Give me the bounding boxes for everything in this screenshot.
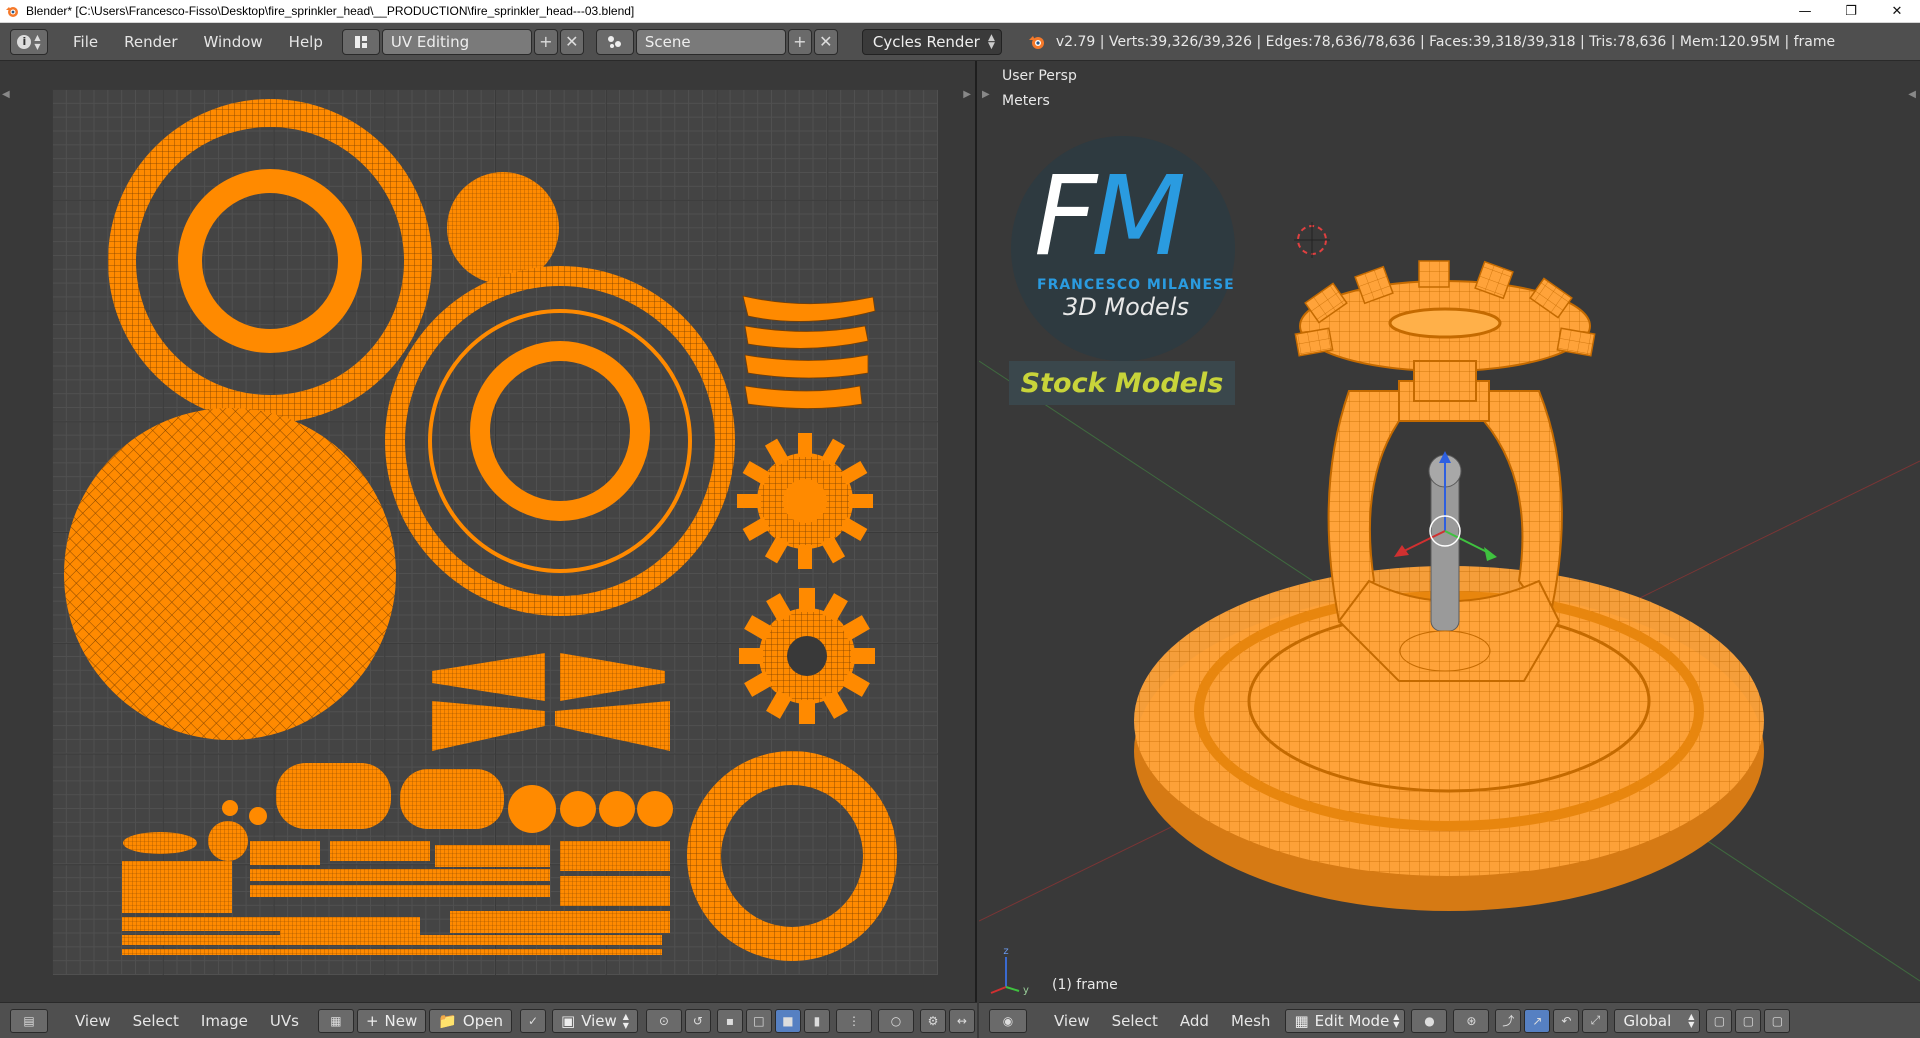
window-title: Blender* [C:\Users\Francesco-Fisso\Deskt… [26, 4, 635, 18]
uv-menu-image[interactable]: Image [190, 1012, 259, 1030]
uv-island-strips [742, 295, 876, 409]
info-header: i ▲ ▼ File Render Window Help UV Editing … [0, 23, 1920, 61]
new-image-button[interactable]: + New [356, 1008, 427, 1033]
translate-manipulator-icon[interactable]: ↗ [1524, 1008, 1551, 1033]
scale-manipulator-icon[interactable]: ⤢ [1582, 1008, 1609, 1033]
blender-window: Blender* [C:\Users\Francesco-Fisso\Deskt… [0, 0, 1920, 1038]
edge-select-icon[interactable]: □ [745, 1008, 772, 1033]
scene-field[interactable]: Scene [635, 28, 786, 55]
fm-letter-f: F [1034, 152, 1097, 280]
render-engine-label: Cycles Render [872, 32, 980, 51]
uv-image-editor[interactable]: ◀ ▶ [0, 61, 977, 1002]
vp-menu-mesh[interactable]: Mesh [1220, 1012, 1282, 1030]
uv-island-rectangles [122, 841, 670, 955]
rotate-manipulator-icon[interactable]: ↶ [1553, 1008, 1580, 1033]
add-scene-icon[interactable]: + [787, 28, 812, 55]
vp-menu-view[interactable]: View [1043, 1012, 1101, 1030]
vertex-select-icon[interactable]: ▪ [716, 1008, 743, 1033]
remove-scene-icon[interactable]: ✕ [813, 28, 838, 55]
uv-island-ring-middle [385, 266, 735, 616]
uv-menu-select[interactable]: Select [122, 1012, 190, 1030]
snap-icon[interactable]: ⚙ [919, 1008, 946, 1033]
stock-models-banner: Stock Models [1009, 361, 1235, 405]
svg-text:z: z [1003, 946, 1008, 957]
uv-menu-view[interactable]: View [64, 1012, 122, 1030]
scene-icon[interactable] [595, 28, 634, 55]
new-image-label: New [384, 1011, 418, 1030]
pivot-point-icon[interactable]: ⊛ [1453, 1008, 1490, 1033]
render-engine-dropdown[interactable]: Cycles Render ▲ ▼ [861, 28, 1002, 55]
menu-window[interactable]: Window [191, 33, 276, 51]
orientation-label: Global [1623, 1011, 1672, 1030]
fm-letter-m: M [1091, 152, 1186, 280]
menu-file[interactable]: File [60, 33, 111, 51]
orientation-dropdown[interactable]: Global ▲ ▼ [1614, 1008, 1701, 1033]
uv-islands[interactable] [0, 61, 977, 1002]
svg-text:y: y [1023, 985, 1029, 996]
3d-cursor-icon [1294, 222, 1330, 258]
folder-icon: 📁 [438, 1011, 457, 1030]
layer-1-icon[interactable]: ▢ [1706, 1008, 1733, 1033]
layer-3-icon[interactable]: ▢ [1764, 1008, 1791, 1033]
fm-logo-name: FRANCESCO MILANESE [1037, 277, 1235, 293]
editor-type-info-button[interactable]: i ▲ ▼ [10, 28, 48, 55]
uv-island-disk [64, 408, 396, 740]
fm-logo-initials: FM FM [1034, 161, 1224, 271]
remove-screen-icon[interactable]: ✕ [559, 28, 584, 55]
snap-target-icon[interactable]: ↔ [948, 1008, 975, 1033]
sticky-select-icon[interactable]: ⋮ [835, 1008, 872, 1033]
island-select-icon[interactable]: ▮ [803, 1008, 830, 1033]
face-select-icon[interactable]: ■ [774, 1008, 801, 1033]
title-bar: Blender* [C:\Users\Francesco-Fisso\Deskt… [0, 0, 1920, 23]
uv-island-gear-top [737, 433, 873, 569]
uv-island-ring-large [108, 99, 432, 423]
view-mode-icon: ▣ [561, 1011, 576, 1030]
info-icon: i [17, 34, 32, 49]
close-icon[interactable]: ✕ [1874, 0, 1920, 23]
blender-logo-icon [4, 3, 20, 19]
open-image-label: Open [462, 1011, 503, 1030]
view-mode-label: View [581, 1011, 617, 1030]
image-browse-icon[interactable]: ▦ [317, 1008, 354, 1033]
screen-layout-field[interactable]: UV Editing [381, 28, 532, 55]
sync-selection-icon[interactable]: ↺ [684, 1008, 711, 1033]
viewport-header: ◉ View Select Add Mesh ▦ Edit Mode ▲ ▼ ● … [979, 1002, 1920, 1038]
uv-editor-type-icon[interactable]: ▤ [10, 1008, 48, 1033]
stock-models-label: Stock Models [1020, 367, 1224, 399]
open-image-button[interactable]: 📁 Open [429, 1008, 512, 1033]
pin-icon[interactable]: ✓ [520, 1008, 546, 1033]
proportional-edit-icon[interactable]: ○ [877, 1008, 914, 1033]
mode-dropdown[interactable]: ▦ Edit Mode ▲ ▼ [1285, 1008, 1406, 1033]
restore-icon[interactable]: ❐ [1828, 0, 1874, 23]
sprinkler-deflector [1294, 260, 1596, 402]
plus-icon: + [365, 1011, 379, 1030]
vp-menu-add[interactable]: Add [1169, 1012, 1220, 1030]
layer-2-icon[interactable]: ▢ [1735, 1008, 1762, 1033]
manipulator-toggle-icon[interactable]: ⤴ [1495, 1008, 1522, 1033]
menu-render[interactable]: Render [111, 33, 190, 51]
fm-logo-sub: 3D Models [1063, 293, 1189, 321]
edit-mode-icon: ▦ [1294, 1011, 1309, 1030]
add-screen-icon[interactable]: + [533, 28, 558, 55]
minimize-icon[interactable]: — [1782, 0, 1828, 23]
shading-icon[interactable]: ● [1411, 1008, 1448, 1033]
viewport-editor-type-icon[interactable]: ◉ [989, 1008, 1027, 1033]
scene-stats: v2.79 | Verts:39,326/39,326 | Edges:78,6… [1055, 33, 1836, 50]
mode-label: Edit Mode [1314, 1011, 1390, 1030]
uv-island-tapers [432, 653, 670, 751]
vp-menu-select[interactable]: Select [1101, 1012, 1169, 1030]
pivot-icon[interactable]: ⊙ [645, 1008, 682, 1033]
uv-island-gear-bottom [739, 588, 875, 724]
view-axis-icon: z y [990, 946, 1029, 996]
view-mode-dropdown[interactable]: ▣ View ▲ ▼ [552, 1008, 638, 1033]
uv-editor-header: ▤ View Select Image UVs ▦ + New 📁 Open ✓… [0, 1002, 977, 1038]
uv-menu-uvs[interactable]: UVs [259, 1012, 310, 1030]
menu-help[interactable]: Help [276, 33, 336, 51]
uv-island-ring-bottom [687, 751, 897, 961]
screen-layout-icon[interactable] [341, 28, 380, 55]
3d-viewport[interactable]: ▶ ◀ User Persp Meters (1) frame z y FM F… [979, 61, 1920, 1002]
blender-version-icon [1028, 33, 1046, 51]
